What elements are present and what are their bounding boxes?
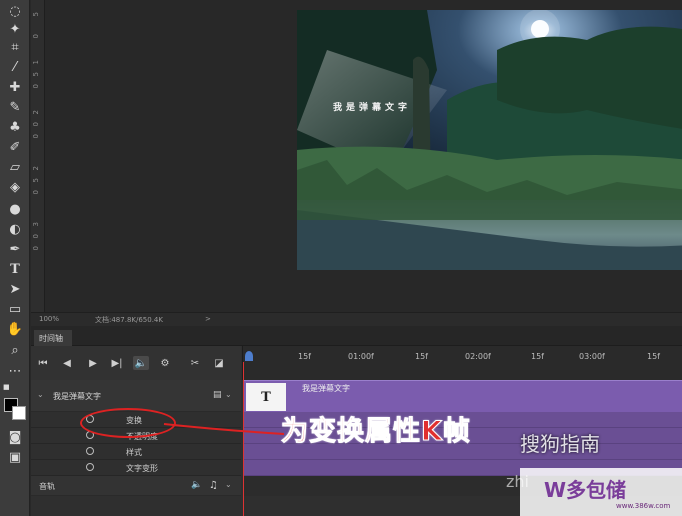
property-row-style[interactable]: 样式	[31, 444, 241, 460]
pen-tool-icon[interactable]: ✒	[6, 240, 24, 258]
ruler-label: 5	[32, 12, 40, 17]
audio-track-row[interactable]: 音轨 🔈 ♫ ⌄	[31, 476, 241, 496]
zoom-tool-icon[interactable]: ⌕	[6, 341, 24, 359]
audio-track-label: 音轨	[39, 482, 55, 491]
ruler-label: 5	[32, 178, 40, 183]
hand-tool-icon[interactable]: ✋	[6, 320, 24, 338]
property-label: 样式	[126, 448, 142, 457]
magic-wand-tool-icon[interactable]: ✦	[6, 20, 24, 38]
tools-panel: ◌ ✦ ⌗ ⁄ ✚ ✎ ♣ ✐ ▱ ◈ ● ◐ ✒ T ➤ ▭ ✋ ⌕ ⋯ ■ …	[0, 0, 30, 516]
dodge-tool-icon[interactable]: ◐	[6, 220, 24, 238]
type-tool-icon[interactable]: T	[6, 260, 24, 278]
time-tick: 15f	[415, 352, 428, 361]
more-tools-icon[interactable]: ⋯	[6, 362, 24, 380]
screen-mode-icon[interactable]: ▣	[6, 448, 24, 466]
ruler-label: 5	[32, 72, 40, 77]
ruler-label: 0	[32, 84, 40, 89]
clip-label: 我是弹幕文字	[302, 384, 350, 393]
site-logo-watermark: W多包储 www.386w.com	[520, 468, 682, 516]
property-row-text-warp[interactable]: 文字变形	[31, 460, 241, 476]
site-url: www.386w.com	[616, 502, 671, 510]
next-frame-icon[interactable]: ▶|	[109, 356, 125, 370]
status-bar: 100% 文档:487.8K/650.4K >	[31, 312, 682, 326]
ruler-label: 3	[32, 222, 40, 227]
ruler-label: 0	[32, 122, 40, 127]
ruler-label: 0	[32, 246, 40, 251]
annotation-arrow	[163, 423, 285, 435]
zoom-level[interactable]: 100%	[39, 315, 59, 323]
time-ruler[interactable]: 15f 01:00f 15f 02:00f 15f 03:00f 15f	[242, 346, 682, 380]
history-brush-tool-icon[interactable]: ✐	[6, 138, 24, 156]
split-scissors-icon[interactable]: ✂	[187, 356, 203, 370]
layer-name: 我是弹幕文字	[53, 392, 101, 401]
ruler-label: 1	[32, 60, 40, 65]
timeline-tabbar: 时间轴	[31, 326, 682, 346]
ruler-label: 2	[32, 110, 40, 115]
ruler-label: 0	[32, 234, 40, 239]
document-canvas[interactable]: 我是弹幕文字	[46, 0, 682, 312]
time-tick: 15f	[531, 352, 544, 361]
site-logo-text: W多包储	[544, 478, 627, 502]
time-tick: 03:00f	[579, 352, 605, 361]
healing-tool-icon[interactable]: ✚	[6, 78, 24, 96]
status-menu-arrow[interactable]: >	[205, 315, 211, 323]
clip-thumbnail: T	[246, 383, 286, 411]
stopwatch-icon[interactable]	[86, 447, 94, 455]
tab-timeline[interactable]: 时间轴	[34, 330, 72, 346]
lasso-tool-icon[interactable]: ◌	[6, 2, 24, 20]
layer-film-icon[interactable]: ▤	[213, 390, 222, 400]
play-icon[interactable]: ▶	[85, 356, 101, 370]
layer-dropdown-icon[interactable]: ⌄	[225, 390, 232, 399]
playback-controls: ⏮ ◀ ▶ ▶| 🔈 ⚙ ✂ ◪	[31, 346, 241, 380]
photoshop-window: ◌ ✦ ⌗ ⁄ ✚ ✎ ♣ ✐ ▱ ◈ ● ◐ ✒ T ➤ ▭ ✋ ⌕ ⋯ ■ …	[0, 0, 682, 516]
path-select-tool-icon[interactable]: ➤	[6, 280, 24, 298]
eraser-tool-icon[interactable]: ▱	[6, 158, 24, 176]
crop-tool-icon[interactable]: ⌗	[6, 38, 24, 56]
forest-night-photo: 我是弹幕文字	[297, 10, 682, 270]
layer-row[interactable]: ⌄ 我是弹幕文字 ▤ ⌄	[31, 380, 241, 412]
paint-bucket-tool-icon[interactable]: ◈	[6, 178, 24, 196]
blur-tool-icon[interactable]: ●	[6, 200, 24, 218]
forest-scene-image	[297, 10, 682, 270]
brush-tool-icon[interactable]: ✎	[6, 98, 24, 116]
document-size: 文档:487.8K/650.4K	[95, 316, 163, 324]
sogou-watermark: 搜狗指南	[520, 432, 600, 456]
background-color-swatch[interactable]	[12, 406, 26, 420]
transition-icon[interactable]: ◪	[211, 356, 227, 370]
audio-dropdown-icon[interactable]: ⌄	[225, 480, 232, 489]
quick-mask-icon[interactable]: ◙	[6, 428, 24, 446]
music-note-icon[interactable]: ♫	[209, 480, 218, 491]
danmaku-text: 我是弹幕文字	[333, 103, 412, 113]
text-layer-clip[interactable]: T 我是弹幕文字	[244, 380, 682, 412]
layer-expand-chevron-icon[interactable]: ⌄	[37, 390, 44, 399]
ruler-label: 0	[32, 34, 40, 39]
ruler-label: 0	[32, 134, 40, 139]
time-tick: 15f	[647, 352, 660, 361]
property-label: 文字变形	[126, 464, 158, 473]
time-tick: 15f	[298, 352, 311, 361]
eyedropper-tool-icon[interactable]: ⁄	[6, 58, 24, 76]
time-tick: 02:00f	[465, 352, 491, 361]
rectangle-tool-icon[interactable]: ▭	[6, 300, 24, 318]
audio-mute-icon[interactable]: 🔈	[133, 356, 149, 370]
annotation-caption: 为变换属性K帧	[281, 416, 471, 448]
stopwatch-icon[interactable]	[86, 463, 94, 471]
settings-gear-icon[interactable]: ⚙	[157, 356, 173, 370]
previous-frame-icon[interactable]: ◀	[59, 356, 75, 370]
default-colors-icon[interactable]: ■	[3, 383, 13, 391]
playhead-handle-icon[interactable]	[245, 351, 253, 361]
ruler-label: 0	[32, 190, 40, 195]
stamp-tool-icon[interactable]: ♣	[6, 118, 24, 136]
vertical-ruler: 5 0 1 5 0 2 0 0 2 5 0 3 0 0	[31, 0, 45, 312]
audio-mute-icon[interactable]: 🔈	[191, 480, 202, 490]
ruler-label: 2	[32, 166, 40, 171]
go-to-first-frame-icon[interactable]: ⏮	[35, 356, 51, 370]
time-tick: 01:00f	[348, 352, 374, 361]
